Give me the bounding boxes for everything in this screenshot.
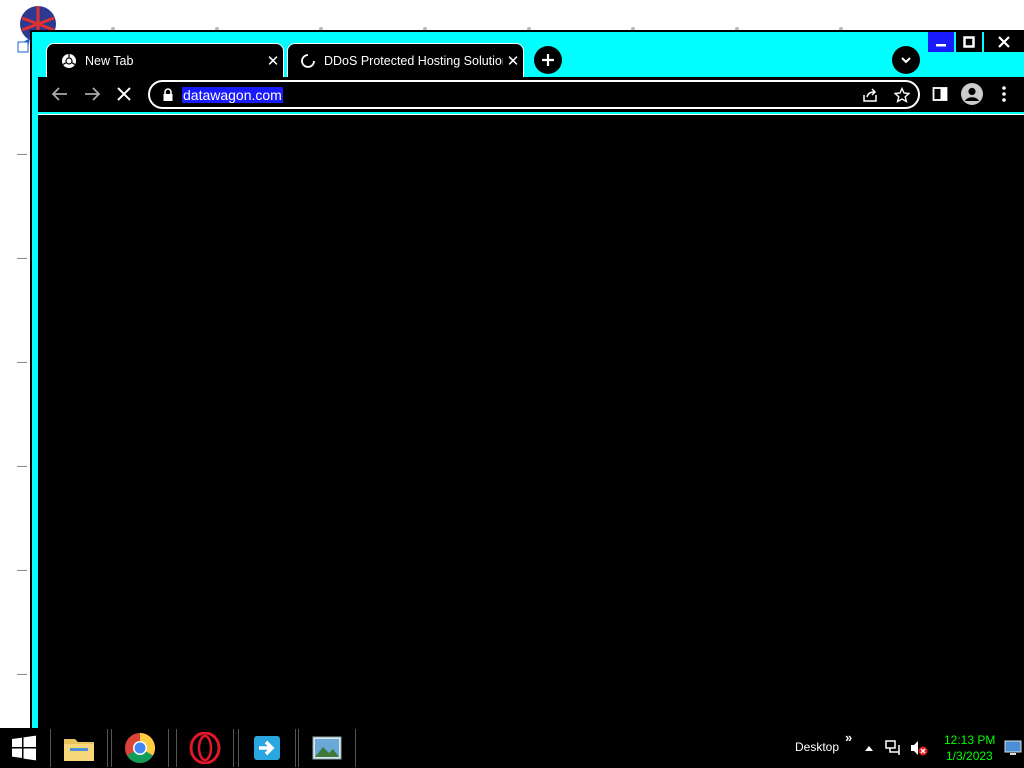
taskbar-remote-app[interactable] [238, 729, 296, 767]
taskbar: Desktop » 12:13 PM 1/3/2023 [0, 728, 1024, 768]
desktop-tick [17, 154, 27, 155]
tab-close-button[interactable]: ✕ [503, 52, 523, 70]
desktop-tick [17, 362, 27, 363]
desktop-tick [17, 466, 27, 467]
arrow-right-icon [85, 87, 101, 101]
tab-title: New Tab [85, 53, 134, 68]
close-icon [117, 87, 131, 101]
chrome-icon [62, 53, 76, 68]
tab-search-button[interactable] [892, 46, 920, 74]
stop-loading-button[interactable] [110, 80, 138, 108]
photos-icon [312, 736, 342, 760]
kebab-menu-icon [1002, 86, 1006, 102]
close-window-button[interactable] [984, 32, 1024, 52]
start-button[interactable] [0, 729, 48, 767]
desktop-toolbar-label[interactable]: Desktop [795, 740, 839, 754]
maximize-button[interactable] [956, 32, 982, 52]
desktop-tick [17, 674, 27, 675]
desktop-tick [17, 258, 27, 259]
remote-app-icon [254, 736, 280, 760]
lock-icon [163, 88, 173, 101]
network-icon[interactable] [885, 739, 903, 757]
taskbar-opera[interactable] [176, 729, 234, 767]
minimize-button[interactable] [928, 32, 954, 52]
share-icon[interactable] [862, 87, 878, 103]
arrow-left-icon [51, 87, 67, 101]
loading-spinner-icon [301, 53, 315, 68]
side-panel-icon [932, 87, 948, 101]
profile-button[interactable] [958, 80, 986, 108]
maximize-icon [963, 36, 975, 48]
menu-button[interactable] [990, 80, 1018, 108]
tab-close-button[interactable]: ✕ [263, 52, 283, 70]
tab-title: DDoS Protected Hosting Solutions [324, 53, 503, 68]
tray-expand-arrow-icon[interactable] [864, 744, 874, 752]
tab-ddos-hosting[interactable]: DDoS Protected Hosting Solutions ✕ [287, 43, 524, 77]
taskbar-photos[interactable] [298, 729, 356, 767]
volume-muted-icon[interactable] [909, 739, 929, 757]
desktop-tick [17, 570, 27, 571]
back-button[interactable] [46, 80, 74, 108]
chrome-icon [125, 733, 156, 764]
toolbar-overflow-chevron[interactable]: » [845, 730, 852, 745]
url-text[interactable]: datawagon.com [182, 87, 283, 103]
taskbar-file-explorer[interactable] [50, 729, 108, 767]
taskbar-chrome[interactable] [111, 729, 169, 767]
page-content[interactable] [38, 114, 1024, 728]
browser-window: New Tab ✕ DDoS Protected Hosting Solutio… [30, 30, 1024, 728]
clock-time[interactable]: 12:13 PM [944, 733, 995, 747]
avatar-icon [961, 83, 983, 105]
windows-logo-icon [12, 735, 36, 761]
minimize-icon [936, 44, 946, 47]
side-panel-button[interactable] [926, 80, 954, 108]
tab-new-tab[interactable]: New Tab ✕ [46, 43, 284, 77]
browser-toolbar: datawagon.com [38, 77, 1024, 112]
show-desktop-icon[interactable] [1004, 740, 1022, 756]
close-icon [998, 36, 1010, 48]
clock-date[interactable]: 1/3/2023 [946, 749, 993, 763]
file-explorer-icon [64, 739, 94, 761]
opera-icon [189, 732, 221, 764]
bookmark-star-icon[interactable] [894, 87, 910, 103]
new-tab-button[interactable] [534, 46, 562, 74]
plus-icon [542, 54, 554, 66]
address-bar[interactable]: datawagon.com [148, 80, 920, 109]
forward-button[interactable] [78, 80, 106, 108]
chevron-down-icon [901, 57, 911, 64]
